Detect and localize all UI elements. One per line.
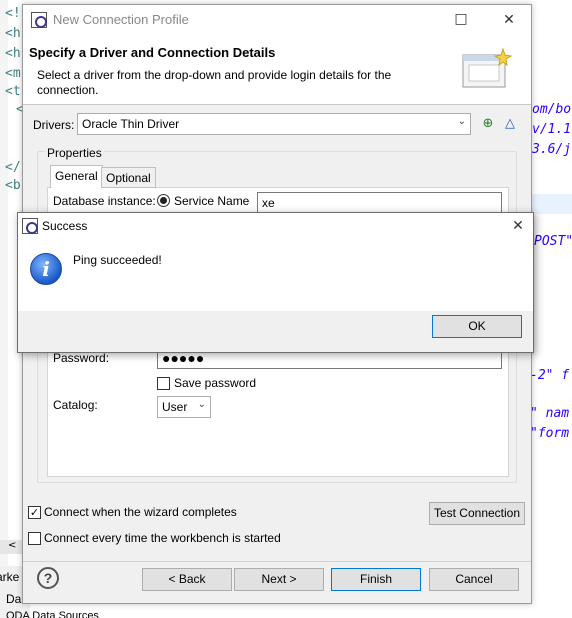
save-password-checkbox[interactable] xyxy=(157,377,170,390)
success-dialog: Success ✕ i Ping succeeded! OK xyxy=(17,212,534,353)
success-message: Ping succeeded! xyxy=(73,253,162,267)
test-connection-button[interactable]: Test Connection xyxy=(429,502,525,525)
tab-optional[interactable]: Optional xyxy=(101,167,156,188)
dialog-title: New Connection Profile xyxy=(53,12,189,27)
service-name-input[interactable]: xe xyxy=(257,192,502,214)
code-tag: <! xyxy=(5,6,21,21)
drivers-combo[interactable]: Oracle Thin Driver ⌄ xyxy=(77,113,471,135)
new-driver-icon[interactable]: ⊕ xyxy=(479,115,497,133)
wizard-page-title: Specify a Driver and Connection Details xyxy=(29,45,276,60)
back-button[interactable]: < Back xyxy=(142,568,232,591)
code-tag: <h xyxy=(5,26,21,41)
drivers-label: Drivers: xyxy=(33,118,75,132)
connect-on-complete-checkbox[interactable]: ✓ xyxy=(28,506,41,519)
cancel-button[interactable]: Cancel xyxy=(429,568,519,591)
code-fragment: -2" f xyxy=(530,368,570,383)
connect-on-start-checkbox[interactable] xyxy=(28,532,41,545)
current-line-highlight xyxy=(532,194,572,214)
connect-on-complete-label: Connect when the wizard completes xyxy=(44,505,237,519)
chevron-down-icon: ⌄ xyxy=(457,116,466,127)
scroll-left-icon[interactable]: < xyxy=(8,540,16,551)
wizard-banner-icon xyxy=(462,47,513,88)
success-dialog-title: Success xyxy=(42,219,88,233)
catalog-combo[interactable]: User ⌄ xyxy=(157,396,211,418)
dialog-titlebar[interactable]: New Connection Profile □ ✕ xyxy=(23,5,531,35)
service-name-label: Service Name xyxy=(174,194,250,208)
code-tag: </ xyxy=(5,160,21,175)
code-fragment: POST" xyxy=(534,234,572,249)
panel-tab-label[interactable]: arke xyxy=(0,570,19,584)
help-icon[interactable]: ? xyxy=(37,567,59,589)
catalog-label: Catalog: xyxy=(53,398,98,412)
tree-item-label[interactable]: Da xyxy=(6,592,21,606)
code-tag: <m xyxy=(5,66,21,81)
wizard-header: Specify a Driver and Connection Details … xyxy=(23,35,531,105)
catalog-combo-value: User xyxy=(162,400,188,414)
password-label: Password: xyxy=(53,351,110,365)
finish-button[interactable]: Finish xyxy=(331,568,421,591)
code-fragment: "form xyxy=(530,426,570,441)
success-dialog-titlebar[interactable]: Success ✕ xyxy=(18,213,533,239)
info-icon: i xyxy=(30,253,62,285)
connect-on-start-label: Connect every time the workbench is star… xyxy=(44,531,281,545)
close-icon[interactable]: ✕ xyxy=(495,9,523,31)
code-fragment: v/1.1 xyxy=(532,122,572,137)
code-fragment: " nam xyxy=(530,406,570,421)
code-fragment: om/bo xyxy=(532,102,572,117)
close-icon[interactable]: ✕ xyxy=(504,215,532,237)
code-tag: <h xyxy=(5,46,21,61)
ok-button[interactable]: OK xyxy=(432,315,522,338)
success-dialog-body: i Ping succeeded! xyxy=(18,239,533,311)
save-password-label: Save password xyxy=(174,376,257,390)
chevron-down-icon: ⌄ xyxy=(197,399,206,410)
edit-driver-icon[interactable]: △ xyxy=(501,115,519,133)
code-tag: <t xyxy=(5,84,21,99)
service-name-radio[interactable] xyxy=(157,194,170,207)
drivers-combo-value: Oracle Thin Driver xyxy=(82,117,180,131)
next-button[interactable]: Next > xyxy=(234,568,324,591)
properties-group-title: Properties xyxy=(45,146,104,160)
button-bar-separator xyxy=(23,561,531,562)
code-fragment: 3.6/j xyxy=(532,142,572,157)
maximize-icon[interactable]: □ xyxy=(447,8,475,30)
database-instance-label: Database instance: xyxy=(53,194,156,208)
tab-general[interactable]: General xyxy=(50,165,103,188)
code-tag: <b xyxy=(5,178,21,193)
eclipse-icon xyxy=(31,12,47,28)
wizard-page-description: Select a driver from the drop-down and p… xyxy=(37,68,392,97)
eclipse-icon xyxy=(22,218,38,234)
tree-item-label[interactable]: ODA Data Sources xyxy=(6,610,99,618)
